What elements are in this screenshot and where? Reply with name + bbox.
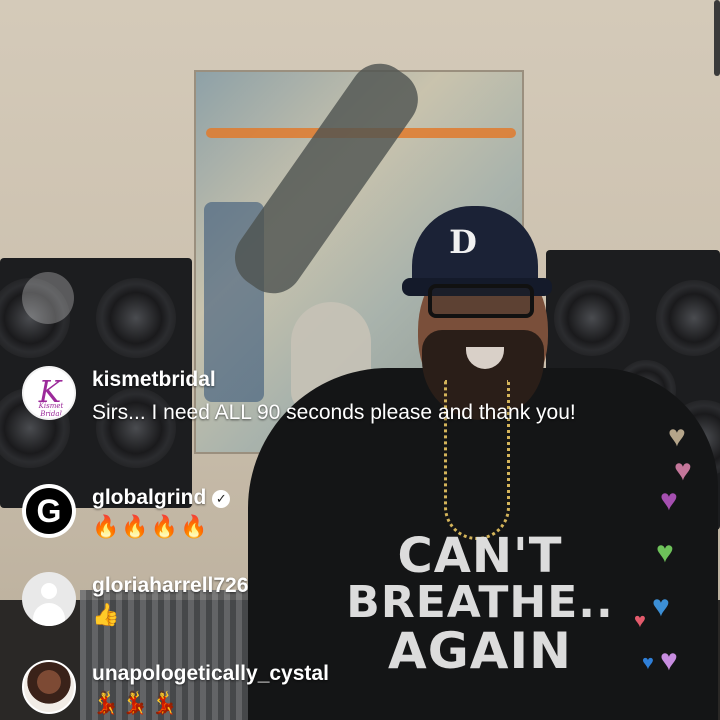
avatar-body-shape [33,603,65,626]
verified-badge-icon: ✓ [212,490,231,508]
avatar-head-shape [41,583,57,599]
heart-icon: ♥ [668,420,686,453]
painting-arm [223,51,430,306]
kismet-bridal-avatar[interactable]: K Kismet Bridal [22,366,76,420]
comment-username-row[interactable]: globalgrind ✓ [92,486,231,510]
globalgrind-avatar[interactable]: G [22,484,76,538]
profile-photo-avatar[interactable] [22,660,76,714]
live-comment[interactable]: G globalgrind ✓ 🔥🔥🔥🔥 [22,484,642,548]
heart-icon: ♥ [660,644,678,677]
speaker-cone [656,280,720,356]
cap-logo: D [449,223,477,261]
speaker-cone [96,278,176,358]
heart-icon: ♥ [674,454,692,487]
host-glasses [428,284,534,318]
heart-icon: ♥ [660,484,678,517]
live-comment[interactable]: gloriaharrell726 👍 [22,572,642,636]
heart-icon: ♥ [642,652,654,674]
comment-text: 🔥🔥🔥🔥 [92,514,210,539]
heart-icon: ♥ [652,590,670,623]
reaction-hearts: ♥ ♥ ♥ ♥ ♥ ♥ ♥ ♥ [630,420,720,720]
live-comment[interactable]: K Kismet Bridal kismetbridal Sirs... I n… [22,366,642,456]
kismet-bridal-logo-text: Kismet Bridal [38,402,64,418]
default-user-avatar-icon[interactable] [22,572,76,626]
comment-text: 👍 [92,602,122,627]
comment-username[interactable]: globalgrind [92,486,206,509]
heart-icon: ♥ [634,610,646,632]
faded-comment [22,272,74,324]
speaker-cone [554,280,630,356]
comment-username[interactable]: unapologetically_cystal [92,662,329,686]
comment-username[interactable]: kismetbridal [92,368,216,392]
live-comment[interactable]: unapologetically_cystal 💃💃💃 [22,660,642,720]
comment-text: Sirs... I need ALL 90 seconds please and… [92,401,576,424]
heart-icon: ♥ [656,536,674,569]
comment-text: 💃💃💃 [92,690,181,715]
comment-username[interactable]: gloriaharrell726 [92,574,248,598]
scroll-indicator[interactable] [714,0,720,76]
faded-avatar [22,272,74,324]
globalgrind-logo-letter: G [36,493,62,529]
